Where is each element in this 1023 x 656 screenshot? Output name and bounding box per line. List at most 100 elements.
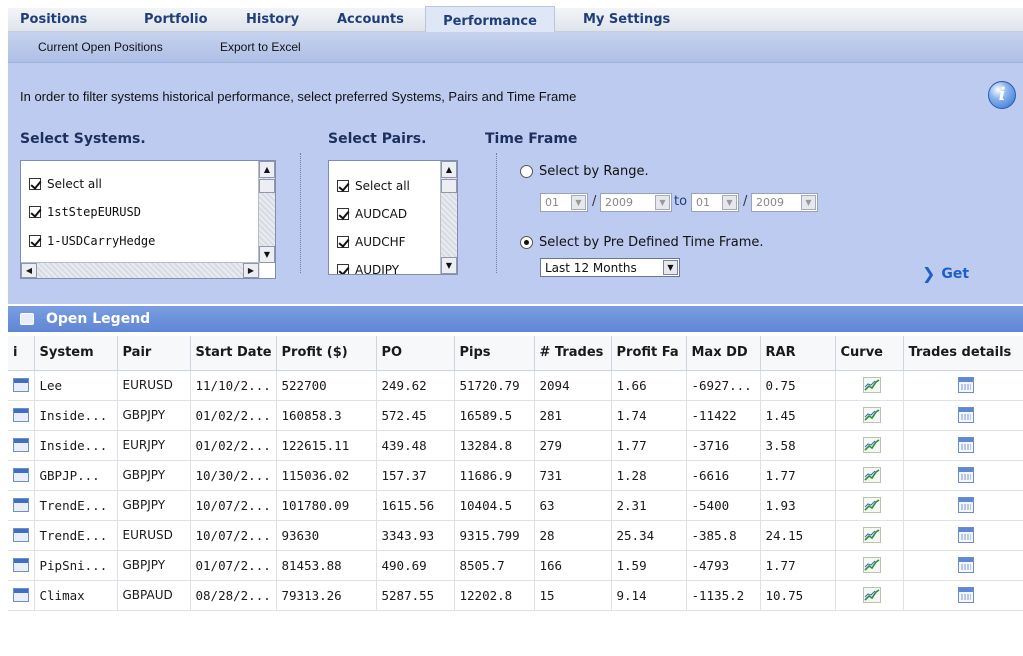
trades-details-cell[interactable] [903,460,1023,491]
trades-details-cell[interactable] [903,400,1023,431]
scroll-down-icon[interactable]: ▼ [441,257,457,274]
curve-cell[interactable] [835,400,904,431]
trades-details-cell[interactable] [903,370,1023,401]
curve-cell[interactable] [835,460,904,491]
tab-performance[interactable]: Performance [425,6,555,32]
vertical-scrollbar[interactable]: ▲ ▼ [258,161,275,263]
scroll-thumb[interactable] [441,179,457,193]
curve-cell[interactable] [835,520,904,551]
trades-details-cell[interactable] [903,550,1023,581]
calendar-icon[interactable] [957,497,974,513]
tab-my-settings[interactable]: My Settings [583,8,670,32]
column-header[interactable]: Pips [454,336,535,371]
select-predefined-option[interactable]: Select by Pre Defined Time Frame. [520,235,764,250]
tab-positions[interactable]: Positions [20,8,87,32]
table-row[interactable]: Inside... GBPJPY 01/02/2... 160858.3 572.45 1… [8,400,1023,431]
info-cell[interactable] [8,430,35,461]
column-header[interactable]: PO [376,336,455,371]
calendar-icon[interactable] [957,557,974,573]
system-option[interactable]: 1stStepEURUSD [29,205,141,219]
pairs-select-all[interactable]: Select all [337,179,410,193]
column-header[interactable]: RAR [760,336,836,371]
row-info-icon[interactable] [13,468,29,482]
checkbox[interactable] [337,264,349,274]
scroll-down-icon[interactable]: ▼ [259,246,275,263]
curve-cell[interactable] [835,370,904,401]
table-row[interactable]: TrendE... EURUSD 10/07/2... 93630 3343.93 931… [8,520,1023,551]
select-by-range-option[interactable]: Select by Range. [520,164,649,179]
systems-listbox[interactable]: Select all 1stStepEURUSD 1-USDCarryHedge… [20,160,276,279]
row-info-icon[interactable] [13,588,29,602]
table-row[interactable]: GBPJP... GBPJPY 10/30/2... 115036.02 157.37 1… [8,460,1023,491]
scroll-thumb[interactable] [259,179,275,193]
curve-cell[interactable] [835,490,904,521]
info-cell[interactable] [8,550,35,581]
get-button[interactable]: ❯ Get [922,264,969,283]
info-cell[interactable] [8,520,35,551]
info-cell[interactable] [8,490,35,521]
table-row[interactable]: PipSni... GBPJPY 01/07/2... 81453.88 490.69 8… [8,550,1023,581]
checkbox[interactable] [29,206,41,218]
pair-option[interactable]: AUDCHF [337,235,406,249]
row-info-icon[interactable] [13,528,29,542]
curve-cell[interactable] [835,580,904,611]
horizontal-scrollbar[interactable]: ◀ ▶ [21,262,260,278]
column-header[interactable]: Start Date [190,336,277,371]
row-info-icon[interactable] [13,408,29,422]
equity-curve-icon[interactable] [862,407,881,423]
current-open-positions-link[interactable]: Current Open Positions [38,40,163,54]
info-cell[interactable] [8,460,35,491]
calendar-icon[interactable] [957,437,974,453]
calendar-icon[interactable] [957,467,974,483]
system-option[interactable]: 1-USDCarryHedge [29,234,155,248]
info-cell[interactable] [8,370,35,401]
checkbox[interactable] [337,180,349,192]
equity-curve-icon[interactable] [862,557,881,573]
range-radio[interactable] [520,165,533,178]
info-cell[interactable] [8,580,35,611]
equity-curve-icon[interactable] [862,497,881,513]
trades-details-cell[interactable] [903,580,1023,611]
equity-curve-icon[interactable] [862,467,881,483]
calendar-icon[interactable] [957,587,974,603]
column-header[interactable]: System [34,336,118,371]
range-from-year-select[interactable]: 2009 ▼ [600,193,672,212]
tab-portfolio[interactable]: Portfolio [144,8,208,32]
table-row[interactable]: Climax GBPAUD 08/28/2... 79313.26 5287.55 122… [8,580,1023,611]
tab-history[interactable]: History [246,8,299,32]
curve-cell[interactable] [835,430,904,461]
open-legend-bar[interactable]: Open Legend [8,306,1023,332]
pair-option[interactable]: AUDJPY [337,263,399,274]
calendar-icon[interactable] [957,527,974,543]
tab-accounts[interactable]: Accounts [337,8,404,32]
range-to-year-select[interactable]: 2009 ▼ [751,193,818,212]
scroll-up-icon[interactable]: ▲ [259,161,275,178]
info-cell[interactable] [8,400,35,431]
equity-curve-icon[interactable] [862,527,881,543]
column-header[interactable]: Max DD [686,336,761,371]
table-row[interactable]: TrendE... GBPJPY 10/07/2... 101780.09 1615.5… [8,490,1023,521]
checkbox[interactable] [337,208,349,220]
table-row[interactable]: Lee EURUSD 11/10/2... 522700 249.62 51720.79 2… [8,370,1023,401]
scroll-right-icon[interactable]: ▶ [243,263,259,278]
column-header[interactable]: Curve [835,336,904,371]
table-row[interactable]: Inside... EURJPY 01/02/2... 122615.11 439.48… [8,430,1023,461]
row-info-icon[interactable] [13,498,29,512]
equity-curve-icon[interactable] [862,377,881,393]
calendar-icon[interactable] [957,377,974,393]
row-info-icon[interactable] [13,558,29,572]
scroll-up-icon[interactable]: ▲ [441,161,457,178]
row-info-icon[interactable] [13,438,29,452]
checkbox[interactable] [29,178,41,190]
pair-option[interactable]: AUDCAD [337,207,407,221]
trades-details-cell[interactable] [903,430,1023,461]
pairs-listbox[interactable]: Select all AUDCAD AUDCHF AUDJPY ▲ ▼ [328,160,458,275]
calendar-icon[interactable] [957,407,974,423]
column-header[interactable]: Profit Fa [611,336,687,371]
range-from-month-select[interactable]: 01 ▼ [540,193,588,212]
column-header[interactable]: i [8,336,35,371]
predefined-radio[interactable] [520,236,533,249]
scroll-left-icon[interactable]: ◀ [21,263,37,278]
systems-select-all[interactable]: Select all [29,177,102,191]
column-header[interactable]: Profit ($) [276,336,377,371]
